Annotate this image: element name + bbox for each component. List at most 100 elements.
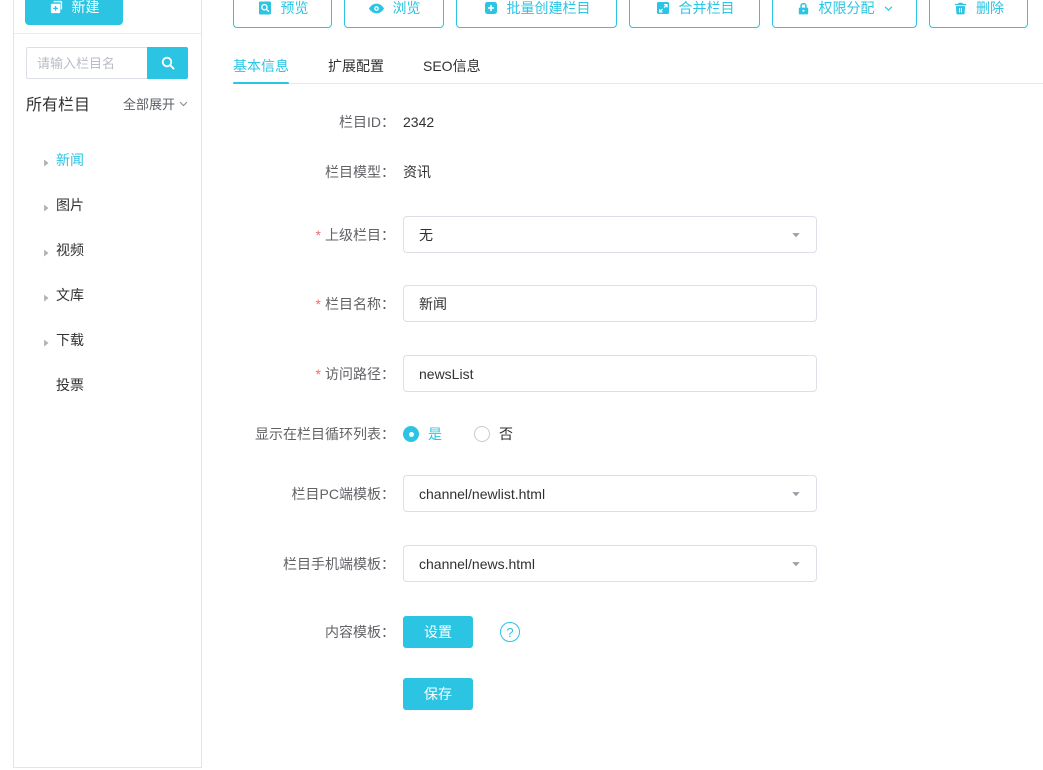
parent-channel-select[interactable]: 无 <box>403 216 817 253</box>
required-marker: * <box>315 295 321 312</box>
field-mobile-template: 栏目手机端模板： channel/news.html <box>233 545 873 582</box>
preview-icon <box>257 0 273 16</box>
channel-id-label: 栏目ID： <box>339 114 395 130</box>
field-show-in-loop: 显示在栏目循环列表： 是 否 <box>233 424 873 444</box>
radio-no[interactable]: 否 <box>474 424 513 444</box>
field-channel-name: * 栏目名称： <box>233 285 873 322</box>
tree-item-news[interactable]: 新闻 <box>41 150 84 170</box>
permission-assign-button[interactable]: 权限分配 <box>772 0 917 28</box>
radio-yes[interactable]: 是 <box>403 424 442 444</box>
trash-icon <box>953 1 968 16</box>
tab-label: SEO信息 <box>423 57 481 74</box>
expand-all-label: 全部展开 <box>122 96 175 112</box>
permission-assign-label: 权限分配 <box>818 0 875 16</box>
parent-channel-label: 上级栏目： <box>325 226 395 243</box>
all-channels-label: 所有栏目 <box>26 97 91 114</box>
merge-channels-button[interactable]: 合并栏目 <box>629 0 760 28</box>
pc-template-select[interactable]: channel/newlist.html <box>403 475 817 512</box>
tree-item-label: 文库 <box>56 287 84 303</box>
chevron-down-icon <box>883 3 894 14</box>
sidebar-divider <box>14 33 201 34</box>
tab-basic-info[interactable]: 基本信息 <box>233 48 289 84</box>
field-save: 保存 <box>233 678 873 710</box>
browse-label: 浏览 <box>392 0 421 16</box>
tree-item-video[interactable]: 视频 <box>41 240 84 260</box>
radio-yes-label: 是 <box>428 426 442 442</box>
caret-right-icon <box>41 290 51 302</box>
access-path-label: 访问路径： <box>325 365 395 382</box>
help-icon[interactable]: ? <box>500 622 520 642</box>
tree-item-library[interactable]: 文库 <box>41 285 84 305</box>
tree-item-pictures[interactable]: 图片 <box>41 195 84 215</box>
merge-icon <box>655 0 671 16</box>
channel-search <box>26 47 188 79</box>
caret-right-icon <box>41 200 51 212</box>
field-channel-id: 栏目ID： 2342 <box>233 112 873 132</box>
delete-button[interactable]: 删除 <box>929 0 1028 28</box>
tree-item-vote[interactable]: 投票 <box>41 375 84 395</box>
toolbar: 预览 浏览 批量创建栏目 合并栏目 权限分配 删除 <box>233 0 1028 28</box>
channel-name-label: 栏目名称： <box>325 295 395 312</box>
tree-item-label: 图片 <box>56 197 84 213</box>
merge-channels-label: 合并栏目 <box>678 0 735 16</box>
show-in-loop-label: 显示在栏目循环列表： <box>255 426 395 442</box>
radio-selected-icon <box>403 426 419 442</box>
preview-label: 预览 <box>280 0 309 16</box>
channel-manager-page: 新建 所有栏目 全部展开 <box>0 0 1043 770</box>
search-icon <box>160 55 176 71</box>
expand-all-toggle[interactable]: 全部展开 <box>123 94 189 113</box>
channel-name-input[interactable] <box>403 285 817 322</box>
batch-create-icon <box>483 0 499 16</box>
field-content-template: 内容模板： 设置 ? <box>233 616 873 648</box>
channel-id-value: 2342 <box>403 114 435 130</box>
tab-seo-info[interactable]: SEO信息 <box>423 48 481 83</box>
search-button[interactable] <box>147 47 188 79</box>
tree-item-download[interactable]: 下载 <box>41 330 84 350</box>
channel-form: 栏目ID： 2342 栏目模型： 资讯 * 上级栏目： 无 * 栏目名称： 新闻… <box>233 84 873 710</box>
access-path-input[interactable] <box>403 355 817 392</box>
radio-unselected-icon <box>474 426 490 442</box>
channel-search-input[interactable] <box>26 47 147 79</box>
caret-right-icon <box>41 155 51 167</box>
copy-plus-icon <box>49 0 64 14</box>
parent-channel-value: 无 <box>419 226 433 243</box>
tree-item-label: 投票 <box>56 377 84 393</box>
sidebar: 新建 所有栏目 全部展开 <box>13 0 202 768</box>
detail-tabs: 基本信息 扩展配置 SEO信息 <box>233 48 1043 84</box>
browse-button[interactable]: 浏览 <box>344 0 444 28</box>
caret-right-icon <box>41 245 51 257</box>
batch-create-label: 批量创建栏目 <box>506 0 591 16</box>
pc-template-label: 栏目PC端模板： <box>291 485 395 502</box>
field-parent-channel: * 上级栏目： 无 <box>233 216 873 253</box>
tree-item-label: 下载 <box>56 332 84 348</box>
content-template-label: 内容模板： <box>325 624 395 640</box>
channel-tree: 新闻 图片 视频 文库 下载 投票 <box>41 150 84 420</box>
mobile-template-select[interactable]: channel/news.html <box>403 545 817 582</box>
create-channel-button[interactable]: 新建 <box>25 0 123 25</box>
content-template-set-button[interactable]: 设置 <box>403 616 473 648</box>
caret-right-icon <box>41 335 51 347</box>
select-caret-icon <box>790 558 802 570</box>
channel-model-label: 栏目模型： <box>325 164 395 180</box>
tab-label: 扩展配置 <box>328 57 384 74</box>
required-marker: * <box>315 365 321 382</box>
batch-create-button[interactable]: 批量创建栏目 <box>456 0 617 28</box>
field-pc-template: 栏目PC端模板： channel/newlist.html <box>233 475 873 512</box>
mobile-template-label: 栏目手机端模板： <box>283 555 395 572</box>
channel-model-value: 资讯 <box>403 164 431 180</box>
tree-item-label: 新闻 <box>56 152 84 168</box>
tab-extended-config[interactable]: 扩展配置 <box>328 48 384 83</box>
chevron-down-icon <box>178 98 189 109</box>
mobile-template-value: channel/news.html <box>419 555 535 572</box>
radio-no-label: 否 <box>499 426 513 442</box>
select-caret-icon <box>790 229 802 241</box>
save-button[interactable]: 保存 <box>403 678 473 710</box>
tree-header: 所有栏目 全部展开 <box>26 93 189 114</box>
lock-icon <box>796 1 811 16</box>
create-channel-label: 新建 <box>71 0 100 15</box>
delete-label: 删除 <box>976 0 1004 16</box>
field-access-path: * 访问路径： <box>233 355 873 392</box>
select-caret-icon <box>790 488 802 500</box>
browse-eye-icon <box>368 0 385 17</box>
preview-button[interactable]: 预览 <box>233 0 332 28</box>
